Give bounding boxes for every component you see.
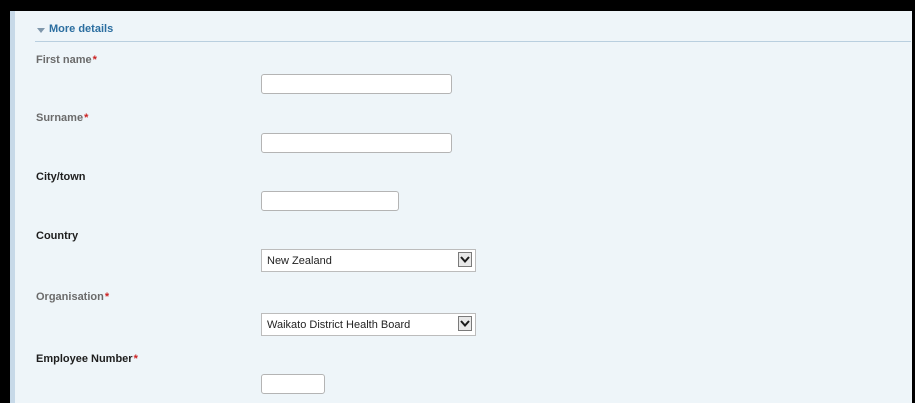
- first-name-input[interactable]: [261, 74, 452, 94]
- first-name-label: First name*: [36, 54, 97, 66]
- chevron-down-icon: [460, 256, 470, 264]
- required-marker: *: [133, 353, 138, 365]
- more-details-panel: More details First name* Surname* City/t…: [10, 11, 912, 403]
- surname-label: Surname*: [36, 112, 88, 124]
- country-label: Country: [36, 230, 78, 242]
- city-label: City/town: [36, 171, 86, 183]
- surname-input[interactable]: [261, 133, 452, 153]
- country-label-text: Country: [36, 230, 79, 242]
- organisation-select[interactable]: Waikato District Health Board: [261, 313, 476, 336]
- employee-number-input[interactable]: [261, 374, 325, 394]
- required-marker: *: [84, 112, 89, 124]
- section-title[interactable]: More details: [49, 23, 113, 35]
- organisation-label-text: Organisation: [36, 291, 104, 303]
- organisation-dropdown-button[interactable]: [458, 316, 472, 331]
- country-dropdown-button[interactable]: [458, 252, 472, 267]
- organisation-label: Organisation*: [36, 291, 109, 303]
- required-marker: *: [92, 54, 97, 66]
- city-input[interactable]: [261, 191, 399, 211]
- country-select[interactable]: New Zealand: [261, 249, 476, 272]
- screenshot-frame: More details First name* Surname* City/t…: [0, 0, 915, 403]
- triangle-down-icon[interactable]: [37, 28, 45, 33]
- section-header[interactable]: More details: [35, 23, 911, 42]
- surname-label-text: Surname: [36, 112, 84, 124]
- required-marker: *: [104, 291, 110, 303]
- first-name-label-text: First name: [36, 54, 92, 66]
- city-label-text: City/town: [36, 171, 86, 183]
- employee-number-label: Employee Number*: [36, 353, 138, 365]
- country-selected-value: New Zealand: [267, 255, 332, 267]
- organisation-selected-value: Waikato District Health Board: [267, 319, 411, 331]
- chevron-down-icon: [460, 320, 470, 328]
- employee-number-label-text: Employee Number: [36, 353, 133, 365]
